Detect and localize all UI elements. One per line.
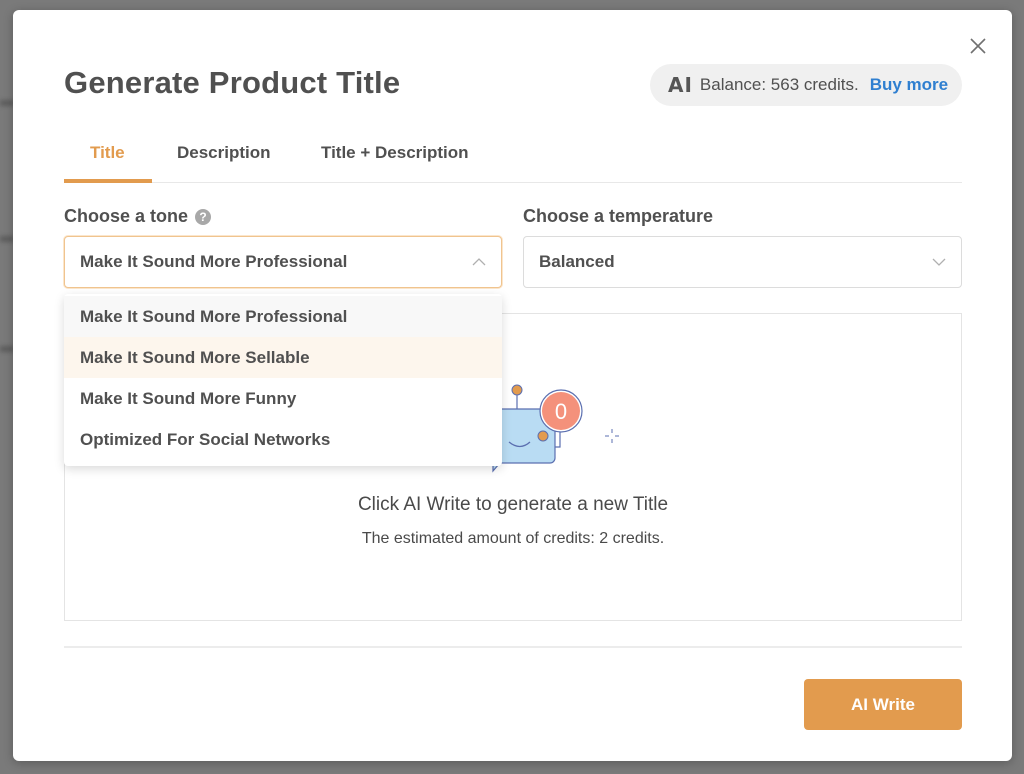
backdrop: [0, 0, 14, 774]
help-icon[interactable]: ?: [195, 208, 212, 225]
tone-select[interactable]: Make It Sound More Professional: [64, 236, 502, 288]
tone-select-value: Make It Sound More Professional: [80, 252, 348, 271]
modal-title: Generate Product Title: [64, 65, 401, 100]
temperature-label: Choose a temperature: [523, 206, 714, 226]
tone-label: Choose a tone ?: [64, 206, 212, 227]
ai-logo-icon: AI: [668, 73, 693, 97]
close-button[interactable]: [966, 34, 990, 58]
temperature-select-value: Balanced: [539, 252, 615, 271]
ai-write-button[interactable]: AI Write: [804, 679, 962, 730]
badge-count: 0: [555, 399, 567, 424]
balance-pill: AI Balance: 563 credits. Buy more: [650, 64, 962, 106]
result-heading: Click AI Write to generate a new Title: [357, 494, 669, 515]
tone-label-text: Choose a tone: [64, 206, 189, 226]
buy-more-link[interactable]: Buy more: [870, 75, 948, 95]
active-tab-indicator: [64, 179, 152, 183]
temperature-select[interactable]: Balanced: [523, 236, 962, 288]
tab-title-description[interactable]: Title + Description: [321, 137, 469, 183]
generate-title-modal: Generate Product Title AI Balance: 563 c…: [13, 10, 1012, 761]
tab-bar: Title Description Title + Description: [64, 137, 962, 183]
tab-description[interactable]: Description: [177, 137, 271, 183]
tone-option-sellable[interactable]: Make It Sound More Sellable: [64, 337, 502, 378]
close-icon: [970, 38, 986, 54]
robot-illustration-icon: 0: [492, 384, 619, 473]
estimated-credits: The estimated amount of credits: 2 credi…: [361, 530, 665, 547]
chevron-down-icon: [932, 258, 946, 266]
balance-text: Balance: 563 credits.: [699, 75, 859, 94]
tone-option-funny[interactable]: Make It Sound More Funny: [64, 378, 502, 419]
chevron-up-icon: [472, 258, 486, 266]
footer-divider: [64, 646, 962, 648]
tone-option-professional[interactable]: Make It Sound More Professional: [64, 296, 502, 337]
tone-option-social[interactable]: Optimized For Social Networks: [64, 419, 502, 460]
tab-title[interactable]: Title: [90, 137, 125, 183]
tone-dropdown-menu: Make It Sound More Professional Make It …: [64, 294, 502, 466]
